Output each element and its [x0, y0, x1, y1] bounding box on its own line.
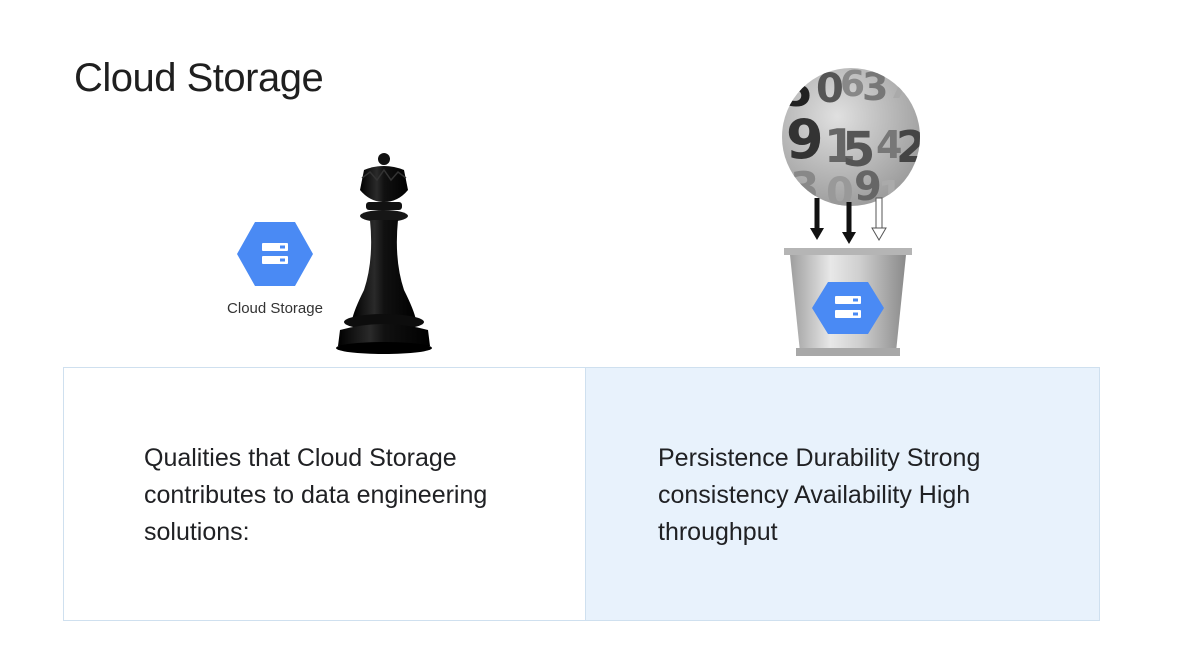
- qualities-table: Qualities that Cloud Storage contributes…: [63, 367, 1100, 621]
- qualities-list: Persistence Durability Strong consistenc…: [658, 444, 981, 546]
- cloud-storage-icon: [237, 222, 313, 286]
- svg-text:7: 7: [888, 67, 912, 107]
- storage-bucket-icon: [784, 248, 912, 356]
- svg-text:2: 2: [896, 122, 922, 173]
- qualities-heading: Qualities that Cloud Storage contributes…: [144, 444, 488, 546]
- slide: Cloud Storage Cloud Storage 5 0 6 3 7 9 …: [0, 0, 1196, 661]
- table-cell-left: Qualities that Cloud Storage contributes…: [64, 368, 586, 620]
- down-arrows-icon: [810, 197, 887, 244]
- svg-text:3: 3: [862, 66, 888, 109]
- table-cell-right: Persistence Durability Strong consistenc…: [586, 368, 1099, 620]
- slide-title: Cloud Storage: [74, 56, 324, 100]
- number-sphere-icon: 5 0 6 3 7 9 1 5 4 2 3 0 9 1: [782, 66, 922, 206]
- svg-text:9: 9: [786, 108, 824, 171]
- chess-queen-icon: [336, 153, 432, 354]
- product-label: Cloud Storage: [227, 300, 323, 317]
